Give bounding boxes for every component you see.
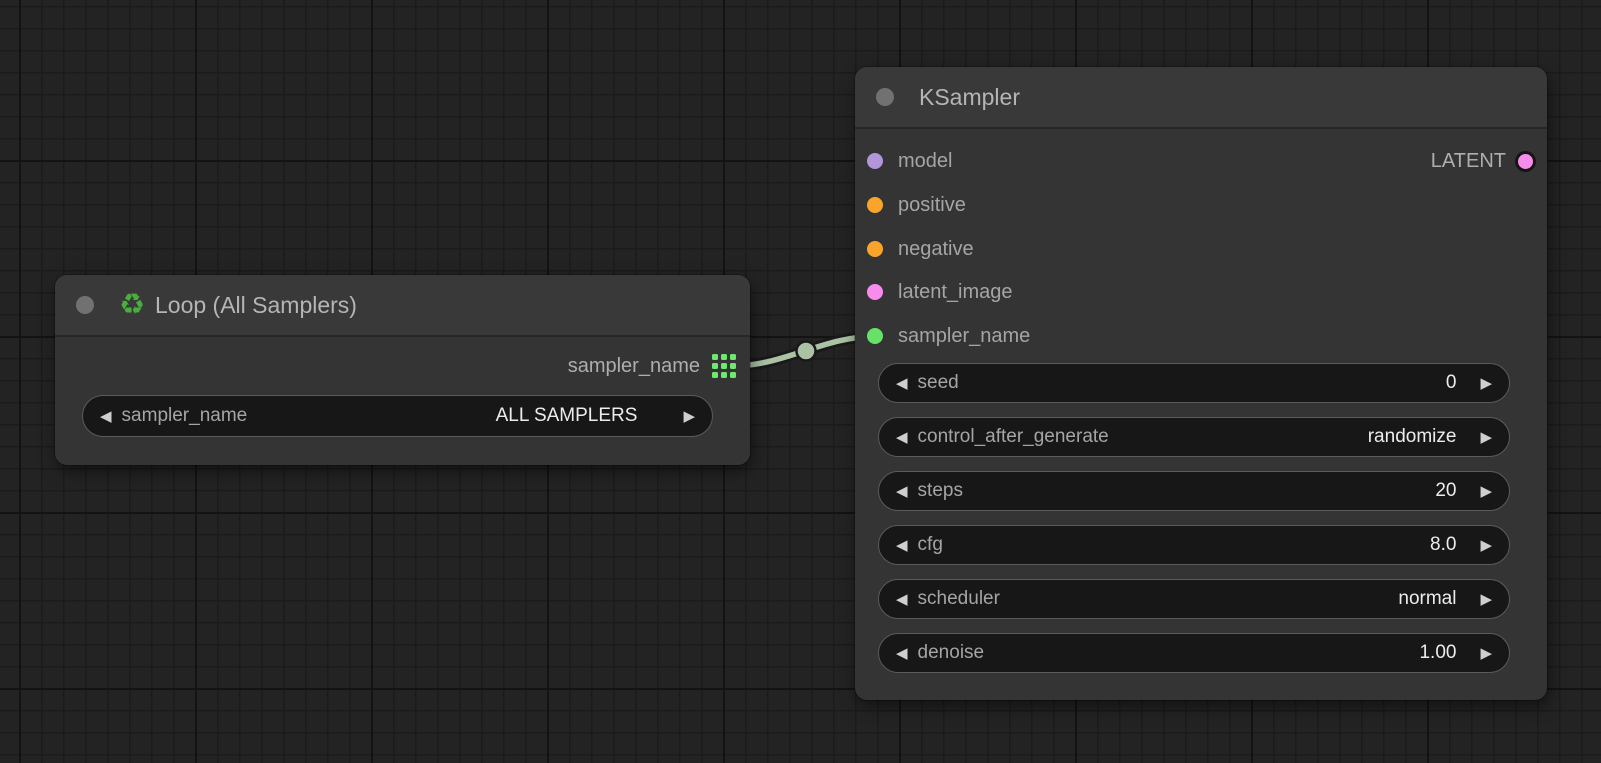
widget-label: steps <box>918 480 963 502</box>
slot-dot-icon[interactable] <box>867 241 883 257</box>
widget-label: denoise <box>918 642 985 664</box>
node-graph-canvas[interactable]: ♻︎ Loop (All Samplers) sampler_name ◀ sa… <box>0 0 1601 763</box>
widget-decrement-icon[interactable]: ◀ <box>896 592 908 607</box>
node-loop-all-samplers[interactable]: ♻︎ Loop (All Samplers) sampler_name ◀ sa… <box>55 275 750 465</box>
node-title-bar[interactable]: KSampler <box>855 67 1547 129</box>
widget-decrement-icon[interactable]: ◀ <box>100 409 112 424</box>
node-title: KSampler <box>919 84 1020 111</box>
slot-dot-icon[interactable] <box>1518 154 1533 169</box>
widget-label: control_after_generate <box>918 426 1109 448</box>
widget-increment-icon[interactable]: ▶ <box>1480 538 1492 553</box>
input-slot-label: negative <box>898 238 974 261</box>
slot-dot-icon[interactable] <box>867 153 883 169</box>
output-slot-label: LATENT <box>1431 150 1506 173</box>
widget-increment-icon[interactable]: ▶ <box>1480 484 1492 499</box>
widget-control-after-generate[interactable]: ◀ control_after_generate randomize ▶ <box>878 417 1510 457</box>
widget-label: cfg <box>918 534 943 556</box>
widget-value: ALL SAMPLERS <box>496 405 638 427</box>
widget-increment-icon[interactable]: ▶ <box>1480 646 1492 661</box>
input-slot-negative[interactable]: negative <box>867 235 974 263</box>
widget-increment-icon[interactable]: ▶ <box>683 409 695 424</box>
input-slot-latent-image[interactable]: latent_image <box>867 278 1013 306</box>
widget-decrement-icon[interactable]: ◀ <box>896 646 908 661</box>
widget-decrement-icon[interactable]: ◀ <box>896 376 908 391</box>
widget-value: 0 <box>1446 372 1457 394</box>
link-midpoint-dot[interactable] <box>797 342 816 361</box>
widget-value: randomize <box>1368 426 1457 448</box>
input-slot-label: sampler_name <box>898 325 1030 348</box>
widget-decrement-icon[interactable]: ◀ <box>896 484 908 499</box>
input-slot-label: positive <box>898 194 966 217</box>
widget-value: 8.0 <box>1430 534 1456 556</box>
node-ksampler[interactable]: KSampler model positive negative latent_… <box>855 67 1547 700</box>
widget-decrement-icon[interactable]: ◀ <box>896 430 908 445</box>
widget-increment-icon[interactable]: ▶ <box>1480 376 1492 391</box>
recycle-icon: ♻︎ <box>119 291 145 320</box>
widget-scheduler[interactable]: ◀ scheduler normal ▶ <box>878 579 1510 619</box>
slot-dot-icon[interactable] <box>867 284 883 300</box>
output-slot-latent[interactable]: LATENT <box>1431 147 1533 175</box>
widget-steps[interactable]: ◀ steps 20 ▶ <box>878 471 1510 511</box>
widget-increment-icon[interactable]: ▶ <box>1480 430 1492 445</box>
slot-dot-icon[interactable] <box>867 328 883 344</box>
widget-sampler-name[interactable]: ◀ sampler_name ALL SAMPLERS ▶ <box>82 395 713 437</box>
input-slot-positive[interactable]: positive <box>867 191 966 219</box>
widget-decrement-icon[interactable]: ◀ <box>896 538 908 553</box>
collapse-dot-icon[interactable] <box>76 296 94 314</box>
widget-increment-icon[interactable]: ▶ <box>1480 592 1492 607</box>
input-slot-label: latent_image <box>898 281 1013 304</box>
node-title-bar[interactable]: ♻︎ Loop (All Samplers) <box>55 275 750 337</box>
widget-label: scheduler <box>918 588 1000 610</box>
slot-dot-icon[interactable] <box>867 197 883 213</box>
input-slot-label: model <box>898 150 952 173</box>
node-title: Loop (All Samplers) <box>155 292 357 319</box>
widget-denoise[interactable]: ◀ denoise 1.00 ▶ <box>878 633 1510 673</box>
collapse-dot-icon[interactable] <box>876 88 894 106</box>
grid-slot-icon[interactable] <box>712 354 736 378</box>
widget-value: 1.00 <box>1419 642 1456 664</box>
output-slot-sampler-name[interactable]: sampler_name <box>568 352 736 380</box>
output-slot-label: sampler_name <box>568 355 700 378</box>
widget-seed[interactable]: ◀ seed 0 ▶ <box>878 363 1510 403</box>
widget-cfg[interactable]: ◀ cfg 8.0 ▶ <box>878 525 1510 565</box>
widget-label: seed <box>918 372 959 394</box>
widget-label: sampler_name <box>122 405 248 427</box>
input-slot-sampler-name[interactable]: sampler_name <box>867 322 1030 350</box>
widget-value: normal <box>1398 588 1456 610</box>
input-slot-model[interactable]: model <box>867 147 952 175</box>
widget-value: 20 <box>1435 480 1456 502</box>
